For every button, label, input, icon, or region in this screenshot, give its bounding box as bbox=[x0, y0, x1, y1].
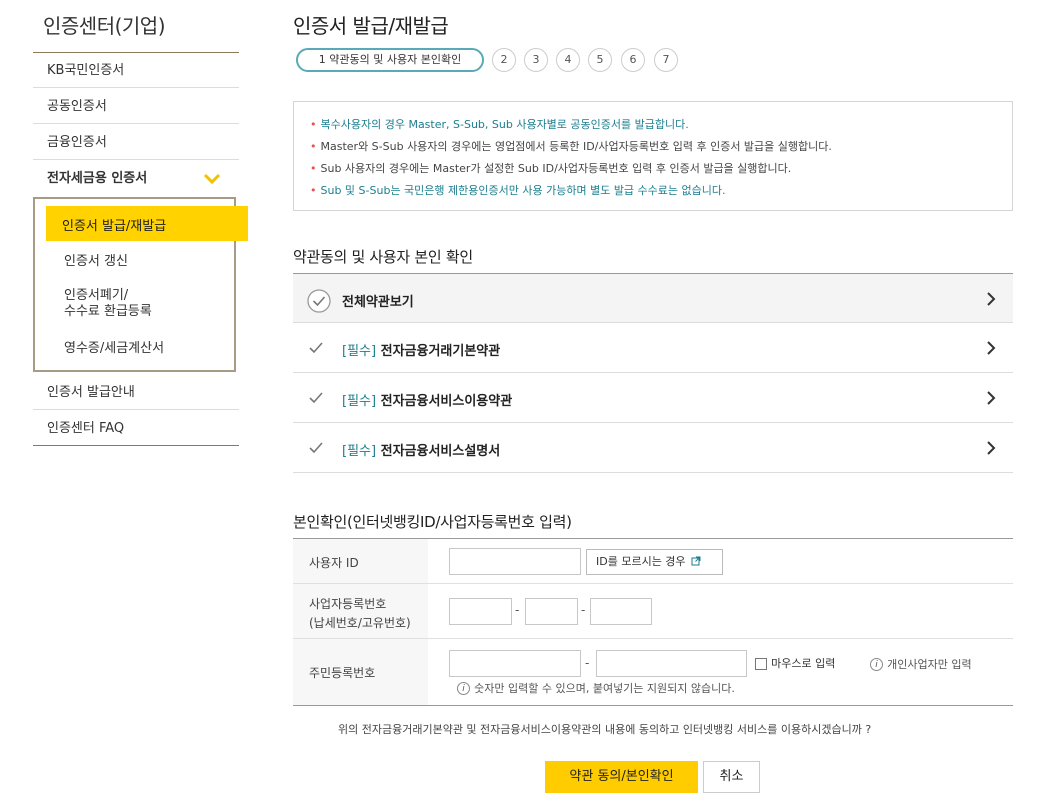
chevron-right-icon bbox=[987, 441, 996, 455]
terms-item-label: 전자금융거래기본약관 bbox=[380, 344, 501, 359]
notice-item: • Sub 사용자의 경우에는 Master가 설정한 Sub ID/사업자등록번… bbox=[310, 162, 792, 175]
notice-item: • 복수사용자의 경우 Master, S-Sub, Sub 사용자별로 공동인증… bbox=[310, 118, 689, 131]
step-6: 6 bbox=[621, 48, 645, 72]
terms-row-all[interactable]: 전체약관보기 bbox=[293, 273, 1013, 323]
user-id-input[interactable] bbox=[449, 548, 581, 575]
submenu-item-issue-label: 인증서 발급/재발급 bbox=[62, 219, 167, 234]
rrn-label: 주민등록번호 bbox=[309, 666, 376, 680]
required-tag: [필수] bbox=[342, 444, 377, 459]
form-row-rrn: 주민등록번호 - 마우스로 입력 i 개인사업자만 입력 i 숫자만 입력할 수… bbox=[293, 639, 1013, 705]
sidebar-item-issue-guide[interactable]: 인증서 발급안내 bbox=[33, 375, 239, 410]
identity-section-title: 본인확인(인터넷뱅킹ID/사업자등록번호 입력) bbox=[293, 513, 572, 531]
chevron-right-icon bbox=[987, 391, 996, 405]
submenu-item-issue-active[interactable]: 인증서 발급/재발급 bbox=[46, 206, 248, 241]
step-5: 5 bbox=[588, 48, 612, 72]
sidebar-item-finance-cert[interactable]: 금융인증서 bbox=[33, 125, 239, 160]
step-2: 2 bbox=[492, 48, 516, 72]
identity-form: 사용자 ID ID를 모르시는 경우 사업자등록번호 (납세번호/고유번호) -… bbox=[293, 538, 1013, 706]
user-id-label: 사용자 ID bbox=[309, 556, 359, 570]
notice-item: • Master와 S-Sub 사용자의 경우에는 영업점에서 등록한 ID/사업… bbox=[310, 140, 832, 153]
step-3: 3 bbox=[524, 48, 548, 72]
sidebar-item-faq[interactable]: 인증센터 FAQ bbox=[33, 411, 239, 446]
dash: - bbox=[515, 603, 520, 617]
required-tag: [필수] bbox=[342, 394, 377, 409]
agree-question: 위의 전자금융거래기본약관 및 전자금융서비스이용약관의 내용에 동의하고 인터… bbox=[338, 723, 872, 736]
check-circle-icon[interactable] bbox=[307, 289, 331, 313]
notice-box: • 복수사용자의 경우 Master, S-Sub, Sub 사용자별로 공동인증… bbox=[293, 101, 1013, 211]
mouse-input-checkbox[interactable] bbox=[755, 657, 767, 670]
page-title: 인증서 발급/재발급 bbox=[293, 14, 449, 38]
sidebar-item-joint-cert[interactable]: 공동인증서 bbox=[33, 89, 239, 124]
external-link-icon bbox=[691, 556, 701, 566]
rrn-input-1[interactable] bbox=[449, 650, 581, 677]
terms-item-label: 전자금융서비스설명서 bbox=[380, 444, 501, 459]
rrn-input-2[interactable] bbox=[596, 650, 747, 677]
terms-section-title: 약관동의 및 사용자 본인 확인 bbox=[293, 248, 473, 266]
step-1-active: 1 약관동의 및 사용자 본인확인 bbox=[296, 48, 484, 72]
chevron-right-icon bbox=[987, 341, 996, 355]
bizno-input-1[interactable] bbox=[449, 598, 512, 625]
info-icon: i bbox=[870, 658, 883, 671]
step-4: 4 bbox=[556, 48, 580, 72]
check-icon[interactable] bbox=[308, 338, 324, 358]
sidebar-title: 인증센터(기업) bbox=[43, 14, 166, 38]
agree-confirm-button[interactable]: 약관 동의/본인확인 bbox=[545, 761, 698, 793]
dash: - bbox=[585, 656, 590, 670]
terms-row-service[interactable]: [필수] 전자금융서비스이용약관 bbox=[293, 373, 1013, 423]
personal-only-note: i 개인사업자만 입력 bbox=[870, 656, 972, 672]
sidebar-item-kb-cert[interactable]: KB국민인증서 bbox=[33, 53, 239, 88]
form-row-user-id: 사용자 ID ID를 모르시는 경우 bbox=[293, 539, 1013, 584]
submenu-item-refund[interactable]: 수수료 환급등록 bbox=[64, 304, 152, 319]
info-icon: i bbox=[457, 682, 470, 695]
forgot-id-button[interactable]: ID를 모르시는 경우 bbox=[586, 549, 723, 575]
bizno-label: 사업자등록번호 bbox=[309, 597, 387, 611]
cancel-button[interactable]: 취소 bbox=[703, 761, 760, 793]
submenu-item-receipt[interactable]: 영수증/세금계산서 bbox=[64, 341, 164, 356]
check-icon[interactable] bbox=[308, 388, 324, 408]
terms-all-label: 전체약관보기 bbox=[342, 295, 414, 310]
digits-only-note: i 숫자만 입력할 수 있으며, 붙여넣기는 지원되지 않습니다. bbox=[457, 680, 735, 696]
terms-item-label: 전자금융서비스이용약관 bbox=[380, 394, 513, 409]
check-icon[interactable] bbox=[308, 438, 324, 458]
dash: - bbox=[581, 603, 586, 617]
chevron-down-icon[interactable] bbox=[203, 172, 221, 186]
required-tag: [필수] bbox=[342, 344, 377, 359]
submenu-item-renew[interactable]: 인증서 갱신 bbox=[64, 254, 128, 269]
mouse-input-label: 마우스로 입력 bbox=[771, 657, 836, 670]
notice-item: • Sub 및 S-Sub는 국민은행 제한용인증서만 사용 가능하며 별도 발급… bbox=[310, 184, 726, 197]
terms-row-basic[interactable]: [필수] 전자금융거래기본약관 bbox=[293, 323, 1013, 373]
bizno-sublabel: (납세번호/고유번호) bbox=[309, 616, 411, 630]
terms-row-manual[interactable]: [필수] 전자금융서비스설명서 bbox=[293, 423, 1013, 473]
submenu-item-revoke[interactable]: 인증서폐기/ bbox=[64, 288, 128, 303]
step-7: 7 bbox=[654, 48, 678, 72]
form-row-bizno: 사업자등록번호 (납세번호/고유번호) - - bbox=[293, 584, 1013, 639]
chevron-right-icon bbox=[987, 292, 996, 306]
bizno-input-3[interactable] bbox=[590, 598, 652, 625]
mouse-input-option[interactable]: 마우스로 입력 bbox=[755, 655, 835, 671]
bizno-input-2[interactable] bbox=[525, 598, 578, 625]
